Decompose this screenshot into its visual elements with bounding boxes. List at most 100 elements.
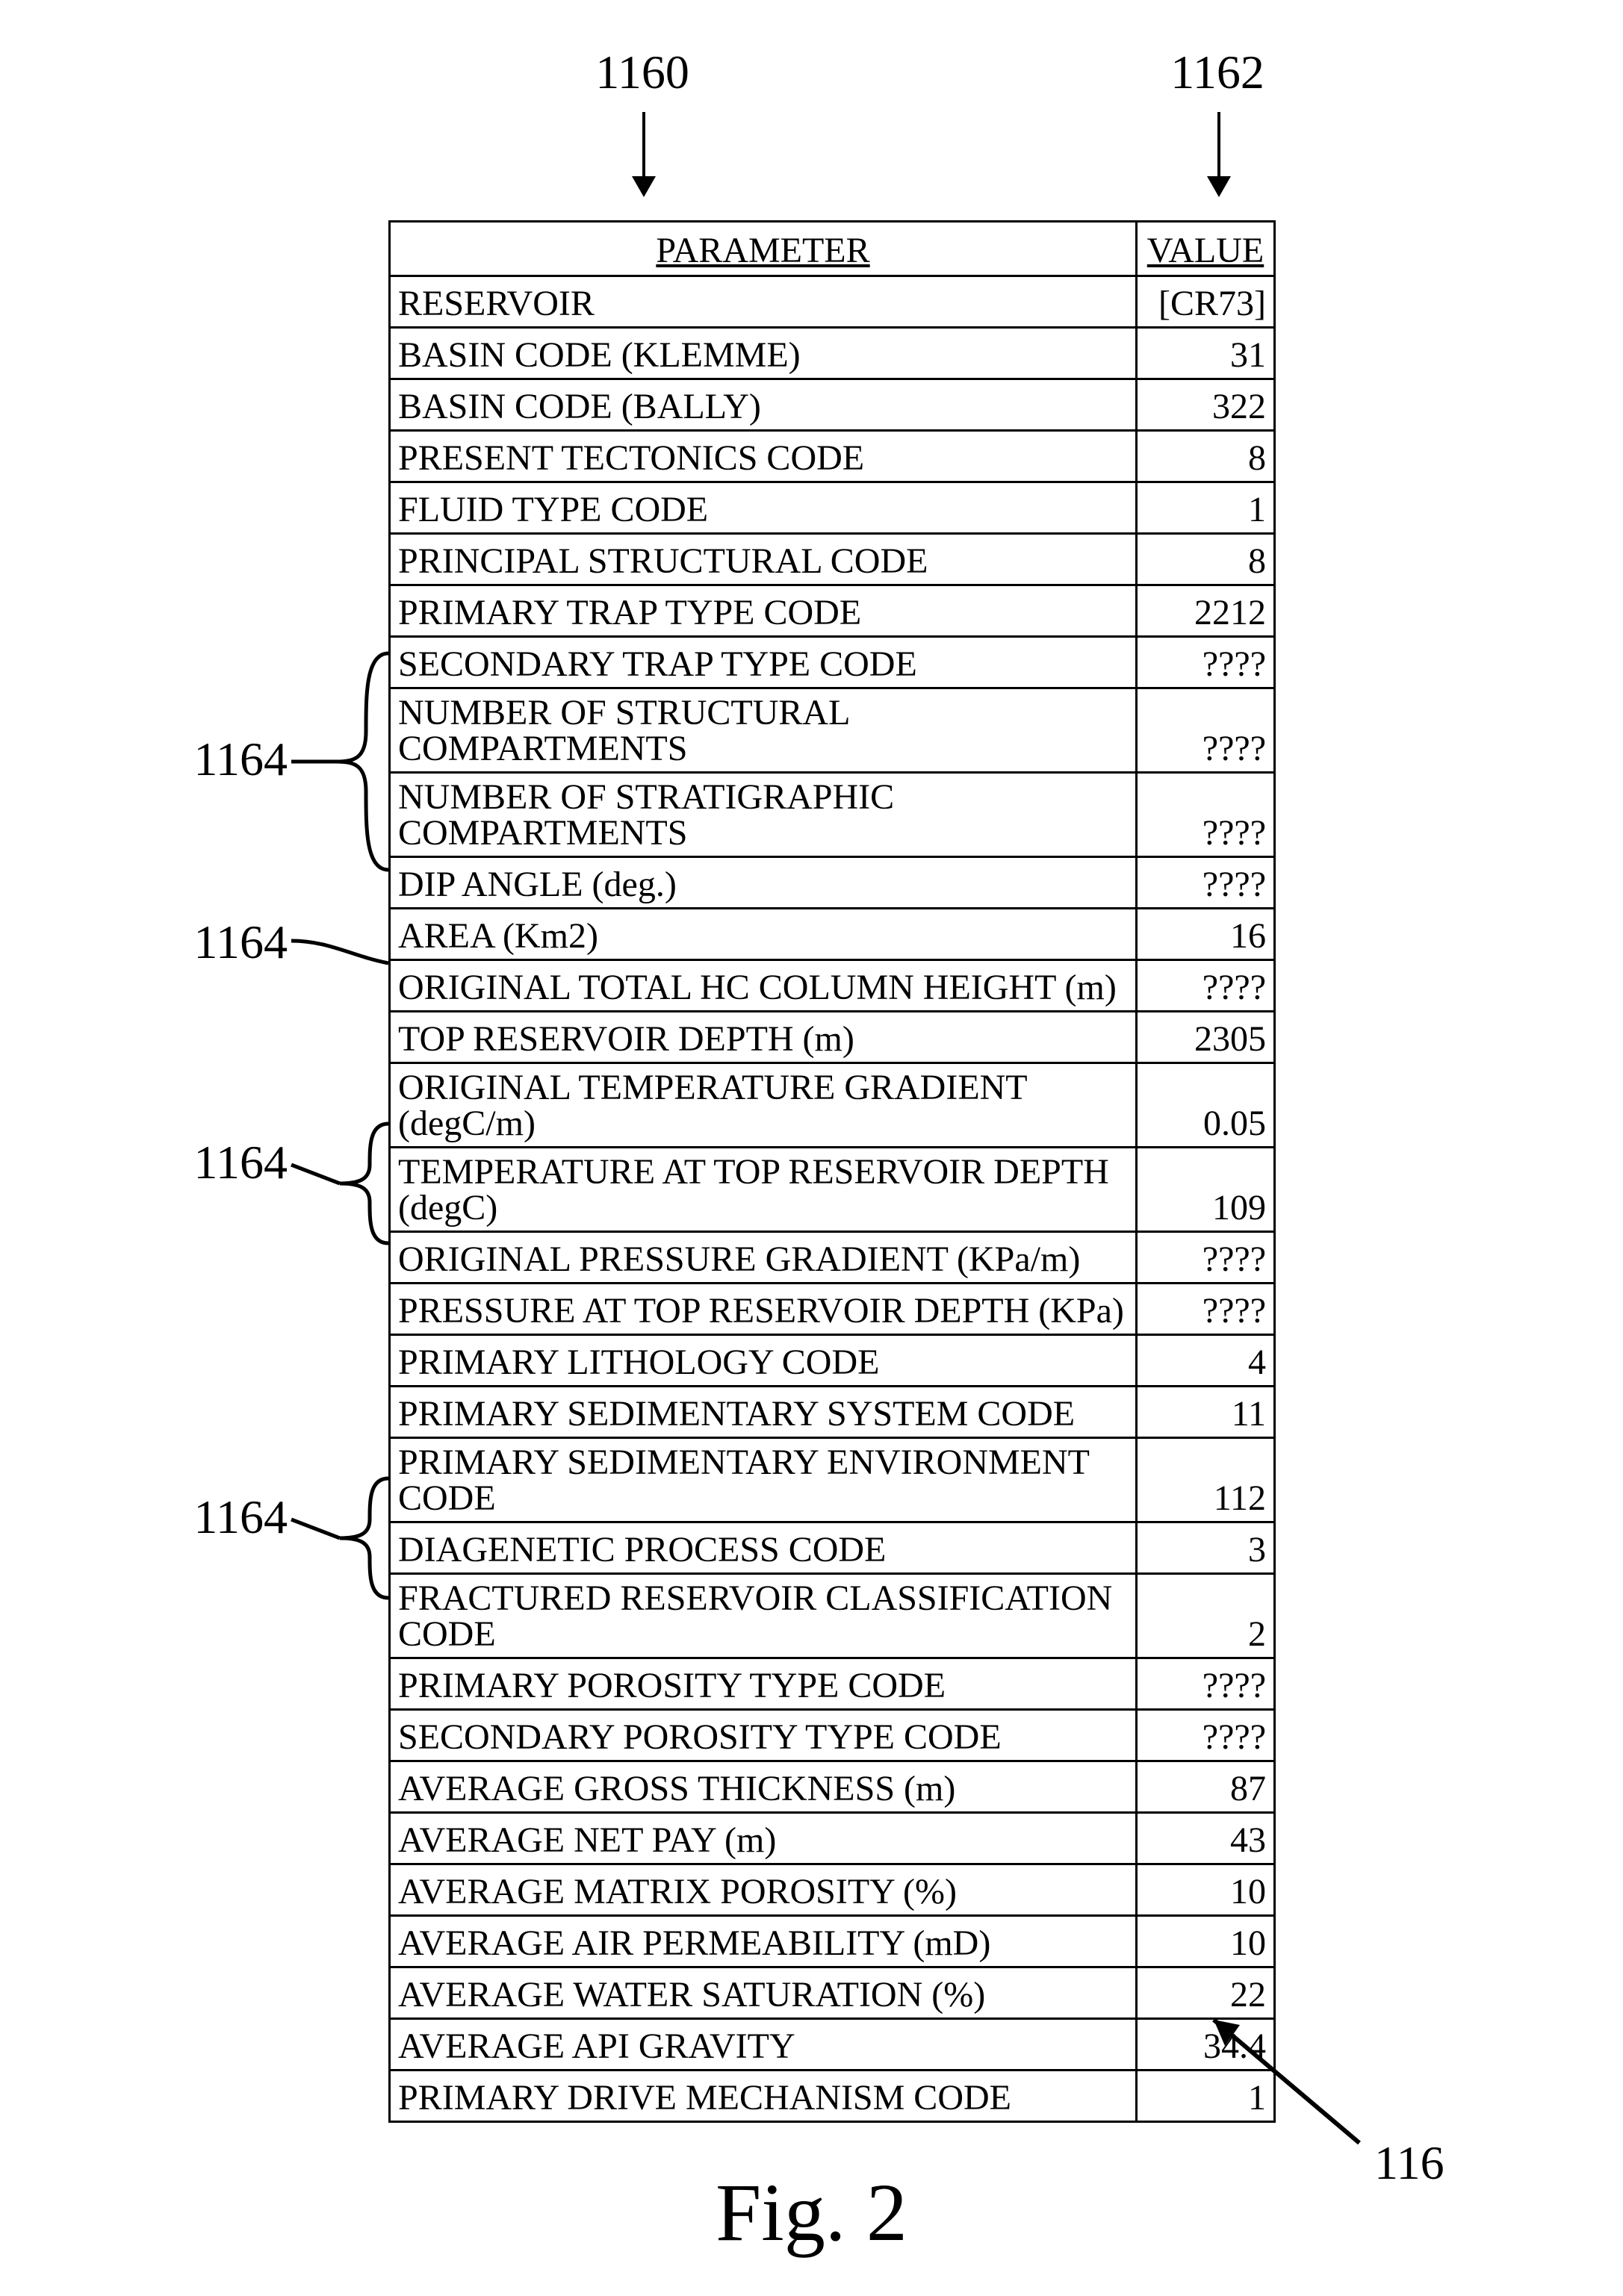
parameter-cell: ORIGINAL TEMPERATURE GRADIENT (degC/m): [390, 1063, 1137, 1148]
value-cell: ????: [1137, 1658, 1275, 1710]
table-header-row: PARAMETER VALUE: [390, 222, 1275, 276]
value-cell: ????: [1137, 637, 1275, 688]
parameter-cell: DIAGENETIC PROCESS CODE: [390, 1522, 1137, 1574]
parameter-cell: AREA (Km2): [390, 909, 1137, 960]
value-cell: ????: [1137, 688, 1275, 773]
parameter-cell: PRIMARY SEDIMENTARY ENVIRONMENT CODE: [390, 1438, 1137, 1522]
parameter-cell: PRIMARY LITHOLOGY CODE: [390, 1335, 1137, 1387]
value-cell: 11: [1137, 1387, 1275, 1438]
value-cell: ????: [1137, 1284, 1275, 1335]
arrow-down-icon: [1211, 112, 1226, 194]
table-row: BASIN CODE (BALLY)322: [390, 379, 1275, 431]
value-cell: 16: [1137, 909, 1275, 960]
table-row: SECONDARY POROSITY TYPE CODE????: [390, 1710, 1275, 1761]
parameter-table-container: PARAMETER VALUE RESERVOIR[CR73]BASIN COD…: [388, 220, 1273, 2123]
parameter-cell: PRESENT TECTONICS CODE: [390, 431, 1137, 482]
table-row: AVERAGE WATER SATURATION (%)22: [390, 1967, 1275, 2019]
parameter-cell: PRIMARY DRIVE MECHANISM CODE: [390, 2071, 1137, 2122]
value-cell: 0.05: [1137, 1063, 1275, 1148]
parameter-cell: RESERVOIR: [390, 276, 1137, 328]
curly-brace-icon: [284, 1120, 396, 1247]
parameter-cell: ORIGINAL PRESSURE GRADIENT (KPa/m): [390, 1232, 1137, 1284]
table-row: PRESENT TECTONICS CODE8: [390, 431, 1275, 482]
pointer-label-1160: 1160: [568, 45, 717, 100]
value-cell: ????: [1137, 857, 1275, 909]
table-row: PRIMARY SEDIMENTARY ENVIRONMENT CODE112: [390, 1438, 1275, 1522]
value-cell: 43: [1137, 1813, 1275, 1864]
value-cell: ????: [1137, 1232, 1275, 1284]
table-row: AVERAGE AIR PERMEABILITY (mD)10: [390, 1916, 1275, 1967]
table-row: PRIMARY TRAP TYPE CODE2212: [390, 585, 1275, 637]
parameter-table: PARAMETER VALUE RESERVOIR[CR73]BASIN COD…: [388, 220, 1276, 2123]
value-cell: 2: [1137, 1574, 1275, 1658]
table-row: PRIMARY SEDIMENTARY SYSTEM CODE11: [390, 1387, 1275, 1438]
parameter-cell: SECONDARY POROSITY TYPE CODE: [390, 1710, 1137, 1761]
parameter-cell: AVERAGE NET PAY (m): [390, 1813, 1137, 1864]
parameter-cell: PRIMARY SEDIMENTARY SYSTEM CODE: [390, 1387, 1137, 1438]
table-row: RESERVOIR[CR73]: [390, 276, 1275, 328]
value-cell: ????: [1137, 773, 1275, 857]
parameter-cell: NUMBER OF STRUCTURAL COMPARTMENTS: [390, 688, 1137, 773]
value-cell: 109: [1137, 1148, 1275, 1232]
arrow-down-icon: [636, 112, 651, 194]
value-cell: 2212: [1137, 585, 1275, 637]
leader-arrow-icon: [1173, 1994, 1382, 2165]
table-row: PRINCIPAL STRUCTURAL CODE8: [390, 534, 1275, 585]
table-row: PRIMARY POROSITY TYPE CODE????: [390, 1658, 1275, 1710]
parameter-cell: PRIMARY POROSITY TYPE CODE: [390, 1658, 1137, 1710]
value-cell: [CR73]: [1137, 276, 1275, 328]
table-row: AVERAGE API GRAVITY34.4: [390, 2019, 1275, 2071]
curly-brace-icon: [284, 1475, 396, 1602]
value-cell: 3: [1137, 1522, 1275, 1574]
table-row: NUMBER OF STRATIGRAPHIC COMPARTMENTS????: [390, 773, 1275, 857]
value-cell: 1: [1137, 482, 1275, 534]
value-cell: 4: [1137, 1335, 1275, 1387]
value-cell: 10: [1137, 1916, 1275, 1967]
pointer-label-1164: 1164: [138, 1135, 288, 1190]
parameter-cell: AVERAGE AIR PERMEABILITY (mD): [390, 1916, 1137, 1967]
table-row: NUMBER OF STRUCTURAL COMPARTMENTS????: [390, 688, 1275, 773]
table-row: AVERAGE NET PAY (m)43: [390, 1813, 1275, 1864]
table-row: ORIGINAL PRESSURE GRADIENT (KPa/m)????: [390, 1232, 1275, 1284]
figure-caption: Fig. 2: [0, 2165, 1623, 2260]
value-cell: 87: [1137, 1761, 1275, 1813]
parameter-cell: TEMPERATURE AT TOP RESERVOIR DEPTH (degC…: [390, 1148, 1137, 1232]
value-cell: 8: [1137, 431, 1275, 482]
parameter-cell: BASIN CODE (KLEMME): [390, 328, 1137, 379]
parameter-cell: AVERAGE WATER SATURATION (%): [390, 1967, 1137, 2019]
parameter-cell: TOP RESERVOIR DEPTH (m): [390, 1012, 1137, 1063]
parameter-cell: FLUID TYPE CODE: [390, 482, 1137, 534]
table-row: AREA (Km2)16: [390, 909, 1275, 960]
parameter-cell: BASIN CODE (BALLY): [390, 379, 1137, 431]
value-cell: 8: [1137, 534, 1275, 585]
value-cell: 322: [1137, 379, 1275, 431]
table-row: SECONDARY TRAP TYPE CODE????: [390, 637, 1275, 688]
table-row: PRIMARY DRIVE MECHANISM CODE1: [390, 2071, 1275, 2122]
parameter-cell: PRINCIPAL STRUCTURAL CODE: [390, 534, 1137, 585]
parameter-cell: PRIMARY TRAP TYPE CODE: [390, 585, 1137, 637]
value-cell: 112: [1137, 1438, 1275, 1522]
parameter-cell: SECONDARY TRAP TYPE CODE: [390, 637, 1137, 688]
parameter-cell: NUMBER OF STRATIGRAPHIC COMPARTMENTS: [390, 773, 1137, 857]
value-cell: ????: [1137, 960, 1275, 1012]
header-value: VALUE: [1137, 222, 1275, 276]
value-cell: 10: [1137, 1864, 1275, 1916]
table-row: ORIGINAL TEMPERATURE GRADIENT (degC/m)0.…: [390, 1063, 1275, 1148]
pointer-label-1164: 1164: [138, 732, 288, 787]
pointer-label-1164: 1164: [138, 915, 288, 970]
table-row: DIAGENETIC PROCESS CODE3: [390, 1522, 1275, 1574]
table-row: DIP ANGLE (deg.)????: [390, 857, 1275, 909]
pointer-label-1162: 1162: [1143, 45, 1292, 100]
table-row: AVERAGE MATRIX POROSITY (%)10: [390, 1864, 1275, 1916]
table-row: AVERAGE GROSS THICKNESS (m)87: [390, 1761, 1275, 1813]
parameter-cell: AVERAGE GROSS THICKNESS (m): [390, 1761, 1137, 1813]
value-cell: 2305: [1137, 1012, 1275, 1063]
parameter-cell: ORIGINAL TOTAL HC COLUMN HEIGHT (m): [390, 960, 1137, 1012]
value-cell: 31: [1137, 328, 1275, 379]
curly-brace-icon: [284, 650, 396, 874]
leader-line-icon: [284, 918, 396, 986]
parameter-cell: FRACTURED RESERVOIR CLASSIFICATION CODE: [390, 1574, 1137, 1658]
table-row: PRESSURE AT TOP RESERVOIR DEPTH (KPa)???…: [390, 1284, 1275, 1335]
table-row: TOP RESERVOIR DEPTH (m)2305: [390, 1012, 1275, 1063]
parameter-cell: AVERAGE API GRAVITY: [390, 2019, 1137, 2071]
